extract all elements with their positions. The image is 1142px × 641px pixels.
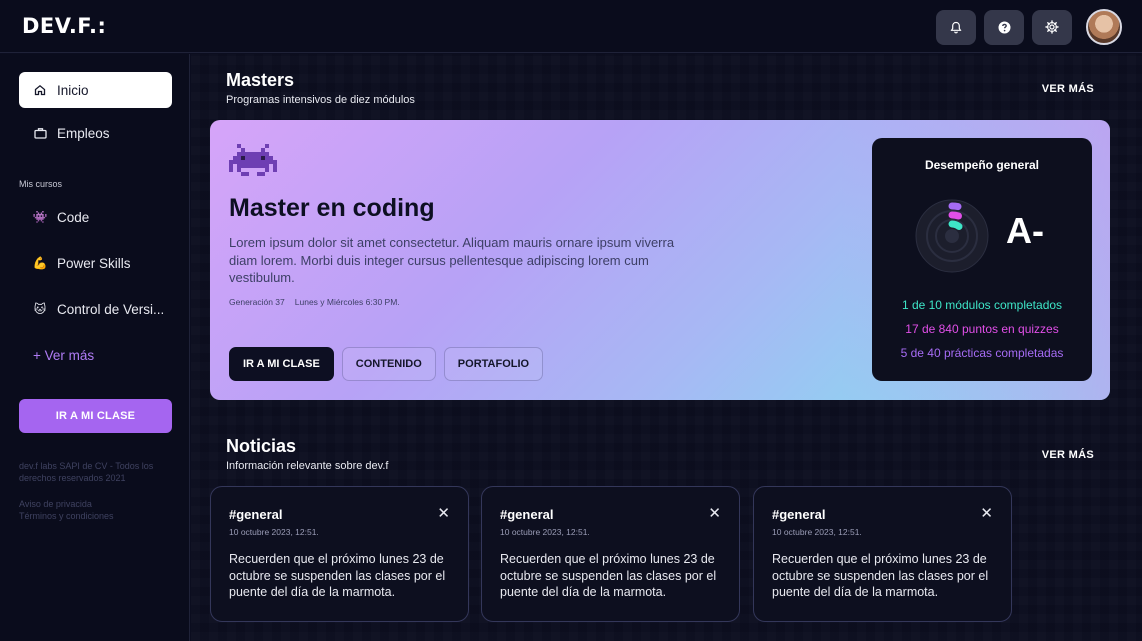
news-tag: #general xyxy=(229,507,283,522)
help-icon xyxy=(998,21,1010,33)
privacy-link[interactable]: Aviso de privacida xyxy=(19,498,179,510)
sidebar-go-to-class-button[interactable]: IR A MI CLASE xyxy=(19,399,172,433)
close-icon[interactable]: ✕ xyxy=(437,504,450,522)
news-tag: #general xyxy=(772,507,826,522)
schedule-label: Lunes y Miércoles 6:30 PM. xyxy=(294,297,400,307)
top-bar: DEV.F.: xyxy=(0,0,1142,53)
master-meta: Generación 37 Lunes y Miércoles 6:30 PM. xyxy=(229,297,400,307)
portfolio-button[interactable]: PORTAFOLIO xyxy=(443,347,544,381)
close-icon[interactable]: ✕ xyxy=(980,504,993,522)
top-actions xyxy=(936,9,1122,45)
news-body: Recuerden que el próximo lunes 23 de oct… xyxy=(772,552,989,599)
master-description: Lorem ipsum dolor sit amet consectetur. … xyxy=(229,235,675,285)
sidebar-item-inicio[interactable]: Inicio xyxy=(19,72,172,108)
notifications-button[interactable] xyxy=(936,9,976,45)
settings-button[interactable] xyxy=(1032,9,1072,45)
devf-logo[interactable]: DEV.F.: xyxy=(22,14,106,38)
sidebar: Inicio Empleos Mis cursos 👾 Code 💪 Power… xyxy=(0,54,190,641)
modules-progress: 1 de 10 módulos completados xyxy=(901,298,1063,312)
news-date: 10 octubre 2023, 12:51. xyxy=(229,527,319,537)
performance-panel: Desempeño general A- 1 de 10 módulos com… xyxy=(872,138,1092,381)
main-content: Masters Programas intensivos de diez mód… xyxy=(191,54,1142,641)
briefcase-icon xyxy=(33,127,47,139)
masters-see-more-link[interactable]: VER MÁS xyxy=(1042,83,1094,95)
progress-radar-chart xyxy=(915,199,989,273)
news-title: Noticias xyxy=(226,436,297,456)
help-button[interactable] xyxy=(984,9,1024,45)
performance-grade: A- xyxy=(1006,210,1044,251)
news-tag: #general xyxy=(500,507,554,522)
sidebar-course-code[interactable]: 👾 Code xyxy=(19,199,172,235)
sidebar-item-label: Power Skills xyxy=(57,255,131,271)
performance-title: Desempeño general xyxy=(924,158,1040,172)
sidebar-item-label: Code xyxy=(57,209,90,225)
flexed-arm-icon: 💪 xyxy=(32,256,48,270)
sidebar-item-label: Inicio xyxy=(57,82,89,98)
cat-icon: 🐱 xyxy=(33,302,47,316)
sidebar-item-label: Empleos xyxy=(57,125,110,141)
sidebar-item-empleos[interactable]: Empleos xyxy=(19,115,172,151)
master-card: Master en coding Lorem ipsum dolor sit a… xyxy=(210,120,1110,400)
news-card: #general 10 octubre 2023, 12:51. ✕ Recue… xyxy=(753,486,1012,622)
news-subtitle: Información relevante sobre dev.f xyxy=(226,460,389,472)
generation-label: Generación 37 xyxy=(229,297,285,307)
news-date: 10 octubre 2023, 12:51. xyxy=(772,527,862,537)
close-icon[interactable]: ✕ xyxy=(708,504,721,522)
footer-legal: dev.f labs SAPI de CV - Todos los derech… xyxy=(19,461,154,483)
news-date: 10 octubre 2023, 12:51. xyxy=(500,527,590,537)
news-card: #general 10 octubre 2023, 12:51. ✕ Recue… xyxy=(481,486,740,622)
home-icon xyxy=(33,84,47,96)
sidebar-course-control-versiones[interactable]: 🐱 Control de Versi... xyxy=(19,291,172,327)
news-see-more-link[interactable]: VER MÁS xyxy=(1042,449,1094,461)
masters-title: Masters xyxy=(226,70,295,90)
news-body: Recuerden que el próximo lunes 23 de oct… xyxy=(500,552,717,599)
terms-link[interactable]: Términos y condiciones xyxy=(19,510,179,522)
content-button[interactable]: CONTENIDO xyxy=(341,347,436,381)
my-courses-heading: Mis cursos xyxy=(19,179,63,189)
news-card: #general 10 octubre 2023, 12:51. ✕ Recue… xyxy=(210,486,469,622)
settings-icon xyxy=(1045,20,1059,34)
go-to-class-button[interactable]: IR A MI CLASE xyxy=(229,347,334,381)
master-title: Master en coding xyxy=(229,194,435,222)
masters-subtitle: Programas intensivos de diez módulos xyxy=(226,94,415,106)
alien-icon: 👾 xyxy=(32,210,48,224)
practices-progress: 5 de 40 prácticas completadas xyxy=(900,346,1064,360)
quiz-points-progress: 17 de 840 puntos en quizzes xyxy=(905,322,1059,336)
sidebar-item-label: Control de Versi... xyxy=(57,301,165,317)
user-avatar[interactable] xyxy=(1086,9,1122,45)
news-body: Recuerden que el próximo lunes 23 de oct… xyxy=(229,552,446,599)
sidebar-course-power-skills[interactable]: 💪 Power Skills xyxy=(19,245,172,281)
master-actions: IR A MI CLASE CONTENIDO PORTAFOLIO xyxy=(229,347,544,381)
sidebar-see-more-link[interactable]: + Ver más xyxy=(19,337,172,373)
space-invader-icon xyxy=(229,144,277,176)
bell-icon xyxy=(950,21,962,33)
